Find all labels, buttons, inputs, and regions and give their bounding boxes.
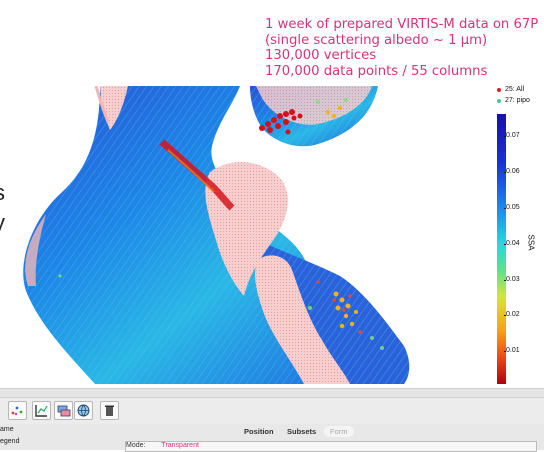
annotation-line-4: 170,000 data points / 55 columns — [265, 63, 488, 79]
legend-label: 25: All — [505, 86, 525, 93]
colorbar-tick: 0.05 — [504, 204, 520, 211]
colorbar-tick: 0.07 — [504, 132, 520, 139]
colorbar-tick: 0.04 — [504, 240, 520, 247]
layer-list: ame egend — [0, 424, 48, 448]
annotation-line-1: 1 week of prepared VIRTIS-M data on 67P — [265, 17, 539, 32]
legend-dot-icon — [497, 87, 501, 92]
globe-icon[interactable] — [74, 401, 93, 420]
trash-icon[interactable] — [100, 401, 119, 420]
annotation-line-3: 130,000 vertices — [265, 48, 377, 64]
scatter-icon[interactable] — [8, 401, 27, 420]
axes-icon[interactable] — [32, 401, 51, 420]
legend-item-pipo[interactable]: 27: pipo — [495, 95, 544, 106]
mode-row: Mode: Transparent — [125, 441, 537, 452]
legend-dot-icon — [497, 98, 501, 103]
layers-icon[interactable] — [54, 401, 73, 420]
colorbar-tick: 0.02 — [504, 311, 520, 318]
tab-position[interactable]: Position — [238, 426, 280, 437]
tab-form[interactable]: Form — [324, 426, 354, 437]
layer-item-legend[interactable]: egend — [0, 436, 48, 448]
colorbar-tick: 0.03 — [504, 276, 520, 283]
colorbar-label: SSA — [526, 234, 536, 251]
control-panel: ame egend Position Subsets Form Mode: Tr… — [0, 424, 544, 452]
colorbar-tick: 0.01 — [504, 347, 520, 354]
mode-select[interactable]: Transparent — [161, 442, 198, 449]
comet-3d-plot[interactable] — [0, 85, 490, 384]
layer-item-name[interactable]: ame — [0, 424, 48, 436]
legend-item-all[interactable]: 25: All — [495, 84, 544, 95]
plot-toolbar — [0, 388, 544, 425]
tab-subsets[interactable]: Subsets — [281, 426, 322, 437]
annotation-line-2: (single scattering albedo ~ 1 µm) — [265, 32, 488, 48]
ssa-colorbar — [497, 114, 506, 384]
legend-label: 27: pipo — [505, 97, 530, 104]
annotation-text: 1 week of prepared VIRTIS-M data on 67P … — [265, 17, 540, 79]
mode-label: Mode: — [126, 442, 146, 449]
plot-legend: 25: All 27: pipo — [495, 84, 544, 110]
splitter-handle[interactable] — [0, 389, 544, 398]
colorbar-tick: 0.06 — [504, 168, 520, 175]
comet-surface-render — [23, 85, 410, 384]
